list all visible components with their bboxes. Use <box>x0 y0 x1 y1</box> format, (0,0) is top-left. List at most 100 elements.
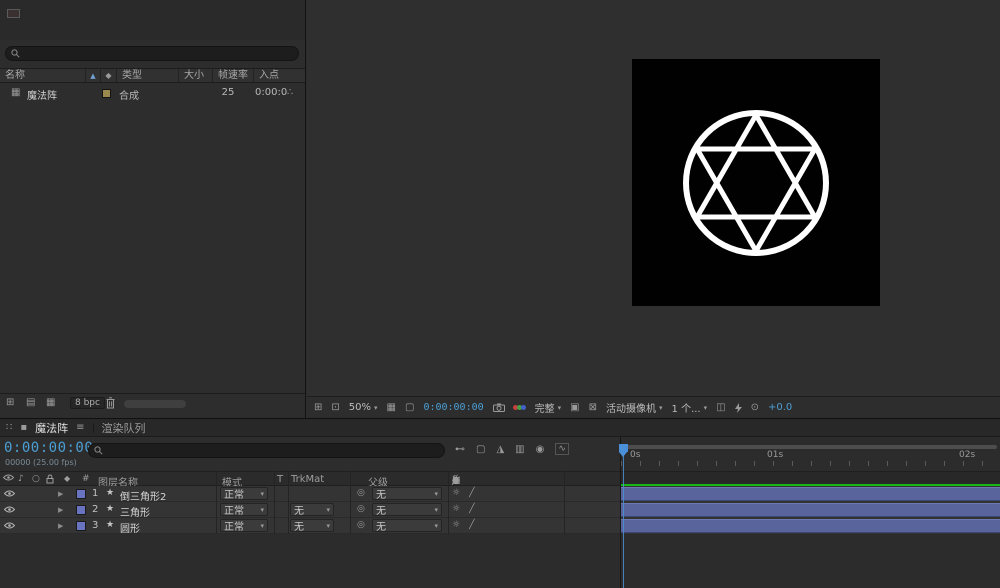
expand-arrow-icon[interactable]: ▶ <box>58 490 63 498</box>
search-icon <box>94 446 103 455</box>
column-type[interactable]: 类型 <box>117 69 179 82</box>
quality-switch-icon[interactable]: ╱ <box>469 520 474 530</box>
snapshot-icon[interactable] <box>493 403 505 412</box>
column-inpoint[interactable]: 入点 <box>254 69 298 82</box>
motion-blur-icon[interactable]: ◉ <box>536 444 545 455</box>
parent-dropdown[interactable]: 无 ▾ <box>372 503 442 516</box>
chevron-down-icon: ▾ <box>374 404 378 412</box>
playhead-marker[interactable] <box>619 444 628 457</box>
solo-column-icon[interactable]: ○ <box>32 474 40 484</box>
expand-arrow-icon[interactable]: ▶ <box>58 522 63 530</box>
eye-column-icon[interactable] <box>3 474 14 481</box>
parent-pickwhip-icon[interactable]: ◎ <box>357 504 365 514</box>
panel-menu-icon[interactable]: ≡ <box>76 422 84 433</box>
pixel-aspect-correction-icon[interactable]: ◫ <box>716 402 725 413</box>
layer-duration-bar[interactable] <box>621 503 1000 517</box>
column-framerate[interactable]: 帧速率 <box>213 69 254 82</box>
item-label-chip[interactable] <box>102 89 111 98</box>
trkmat-dropdown[interactable]: 无 ▾ <box>290 503 334 516</box>
view-layout-dropdown[interactable]: 1 个... ▾ <box>672 400 708 415</box>
delete-icon[interactable] <box>106 397 115 409</box>
tab-composition[interactable]: 魔法阵 <box>35 420 68 436</box>
number-column-header[interactable]: # <box>82 474 90 484</box>
layer-duration-bar[interactable] <box>621 487 1000 501</box>
transparency-grid-icon[interactable]: ⊠ <box>589 402 597 413</box>
blend-mode-dropdown[interactable]: 正常 ▾ <box>220 503 268 516</box>
layer-duration-bar[interactable] <box>621 519 1000 533</box>
quality-switch-icon[interactable]: ╱ <box>469 488 474 498</box>
layer-row[interactable]: ▶ 2 ★ 三角形 正常 ▾ 无 ▾ ◎ 无 <box>0 502 620 518</box>
graph-editor-icon[interactable]: ∿ <box>555 443 569 455</box>
layer-label-chip[interactable] <box>76 489 86 499</box>
collapse-switch-icon[interactable]: ☼ <box>452 488 460 498</box>
resolution-dropdown[interactable]: 完整 ▾ <box>535 400 562 415</box>
parent-pickwhip-icon[interactable]: ◎ <box>357 520 365 530</box>
playhead-line <box>623 445 624 588</box>
label-column-icon[interactable]: ◆ <box>101 69 117 82</box>
eye-icon[interactable] <box>4 506 15 513</box>
new-composition-icon[interactable]: ▦ <box>46 397 55 408</box>
frame-blending-icon[interactable]: ▥ <box>515 444 524 455</box>
lock-column-icon[interactable] <box>46 474 54 484</box>
audio-column-icon[interactable]: ♪ <box>18 474 24 484</box>
expand-arrow-icon[interactable]: ▶ <box>58 506 63 514</box>
layer-name[interactable]: 三角形 <box>120 504 150 519</box>
column-name[interactable]: 名称 <box>0 69 86 82</box>
viewer-time-display[interactable]: 0:00:00:00 <box>423 402 483 413</box>
fast-previews-icon[interactable] <box>735 403 742 413</box>
label-column-icon[interactable]: ◆ <box>64 474 70 483</box>
eye-icon[interactable] <box>4 522 15 529</box>
t-column-header[interactable]: T <box>277 474 283 485</box>
project-search-field[interactable] <box>5 46 299 61</box>
chevron-down-icon: ▾ <box>260 490 264 498</box>
quality-switch-icon[interactable]: ╱ <box>469 504 474 514</box>
project-footer-toolbar: ⊞ ▤ ▦ 8 bpc <box>0 393 305 413</box>
project-item-row[interactable]: ▦ 魔法阵 合成 25 0:00:0 ∴ <box>0 85 305 102</box>
collapse-switch-icon[interactable]: ☼ <box>452 520 460 530</box>
layer-row[interactable]: ▶ 1 ★ 倒三角形2 正常 ▾ ◎ 无 ▾ ☼ <box>0 486 620 502</box>
tab-render-queue[interactable]: 渲染队列 <box>102 420 146 436</box>
viewer-window-icon[interactable]: ⊞ <box>314 402 322 413</box>
column-size[interactable]: 大小 <box>179 69 213 82</box>
blend-mode-dropdown[interactable]: 正常 ▾ <box>220 519 268 532</box>
composition-tab-icon: ▪ <box>20 422 27 433</box>
hide-shy-layers-icon[interactable]: ◮ <box>496 444 504 455</box>
layer-name[interactable]: 倒三角形2 <box>120 488 166 503</box>
project-item-name[interactable]: 魔法阵 <box>27 87 57 102</box>
work-area-bar[interactable] <box>623 445 997 449</box>
viewer-monitor-icon[interactable]: ⊡ <box>331 402 339 413</box>
parent-dropdown[interactable]: 无 ▾ <box>372 519 442 532</box>
reset-exposure-icon[interactable]: ⊙ <box>751 402 759 413</box>
3d-switch-icon[interactable]: ⊙ <box>452 476 460 486</box>
current-time-display[interactable]: 0:00:00:00 <box>4 440 93 456</box>
mini-flowchart-icon[interactable]: ⊷ <box>455 444 465 455</box>
toggle-mask-paths-icon[interactable]: ▢ <box>405 402 414 413</box>
project-scrollbar-thumb[interactable] <box>124 400 186 408</box>
color-depth-button[interactable]: 8 bpc <box>70 397 105 409</box>
eye-icon[interactable] <box>4 490 15 497</box>
view-layout-value: 1 个... <box>672 400 701 415</box>
ruler-ticks <box>621 461 1000 466</box>
new-folder-icon[interactable]: ▤ <box>26 397 35 408</box>
layer-row[interactable]: ▶ 3 ★ 圆形 正常 ▾ 无 ▾ ◎ 无 <box>0 518 620 534</box>
region-of-interest-icon[interactable]: ▣ <box>570 402 579 413</box>
layer-label-chip[interactable] <box>76 505 86 515</box>
exposure-value[interactable]: +0.0 <box>768 402 792 413</box>
grid-and-guides-icon[interactable]: ▦ <box>387 402 396 413</box>
parent-dropdown[interactable]: 无 ▾ <box>372 487 442 500</box>
zoom-level-dropdown[interactable]: 50% ▾ <box>349 402 378 413</box>
trkmat-dropdown[interactable]: 无 ▾ <box>290 519 334 532</box>
timeline-search-field[interactable] <box>88 443 445 458</box>
blend-mode-dropdown[interactable]: 正常 ▾ <box>220 487 268 500</box>
layer-name[interactable]: 圆形 <box>120 520 140 535</box>
collapse-switch-icon[interactable]: ☼ <box>452 504 460 514</box>
3d-view-dropdown[interactable]: 活动摄像机 ▾ <box>606 400 663 415</box>
trkmat-column-header[interactable]: TrkMat <box>291 474 324 485</box>
interpret-footage-icon[interactable]: ⊞ <box>6 397 14 408</box>
show-channels-icon[interactable] <box>514 405 526 410</box>
composition-canvas[interactable] <box>632 59 880 306</box>
parent-pickwhip-icon[interactable]: ◎ <box>357 488 365 498</box>
sort-ascending-icon[interactable]: ▲ <box>86 69 101 82</box>
draft-3d-icon[interactable]: ▢ <box>476 444 485 455</box>
layer-label-chip[interactable] <box>76 521 86 531</box>
